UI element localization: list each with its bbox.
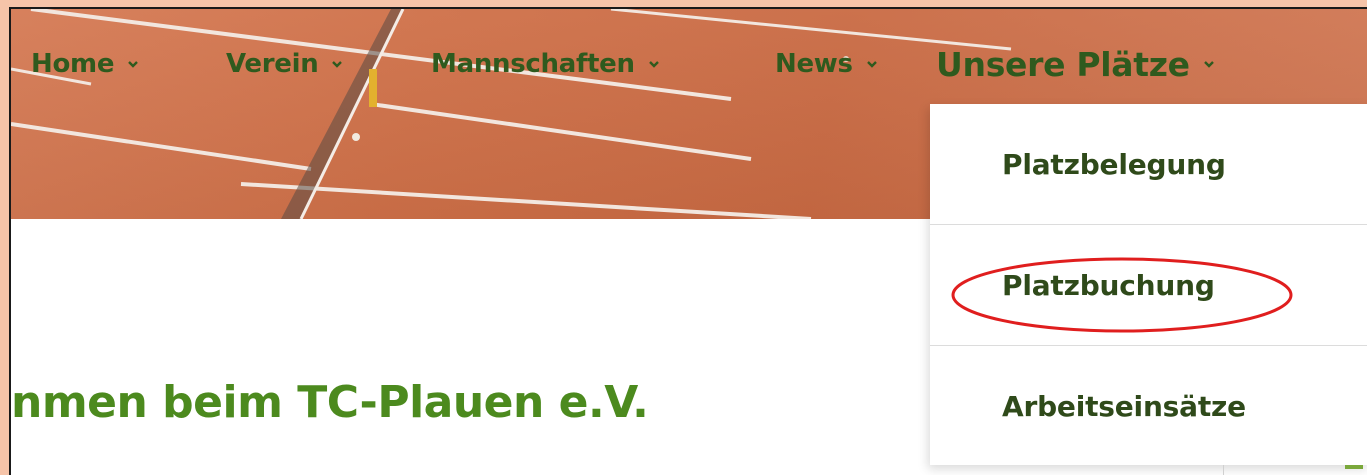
nav-item-home[interactable]: Home [31,39,140,89]
submenu-item-label: Platzbuchung [1002,268,1215,302]
divider [1223,465,1224,475]
nav-item-label: Home [31,49,115,79]
submenu-item-label: Platzbelegung [1002,147,1226,181]
nav-item-label: Verein [226,49,319,79]
partial-element [1345,465,1363,469]
main-navigation: Home Verein Mannschaften News Unsere Plä… [11,39,1367,89]
page-title: nmen beim TC-Plauen e.V. [11,377,649,428]
submenu-item-platzbuchung[interactable]: Platzbuchung [930,225,1367,345]
nav-item-mannschaften[interactable]: Mannschaften [431,39,661,89]
chevron-down-icon [648,61,659,68]
nav-item-unsere-plaetze[interactable]: Unsere Plätze [936,39,1216,89]
nav-item-label: Unsere Plätze [936,44,1190,84]
nav-item-news[interactable]: News [775,39,879,89]
submenu-item-arbeitseinsaetze[interactable]: Arbeitseinsätze [930,346,1367,466]
browser-frame: Home Verein Mannschaften News Unsere Plä… [9,7,1367,475]
submenu-item-platzbelegung[interactable]: Platzbelegung [930,104,1367,224]
chevron-down-icon [866,61,877,68]
submenu-item-label: Arbeitseinsätze [1002,389,1246,423]
nav-item-label: News [775,49,853,79]
nav-item-verein[interactable]: Verein [226,39,344,89]
chevron-down-icon [1203,61,1214,68]
submenu-unsere-plaetze: Platzbelegung Platzbuchung Arbeitseinsät… [930,104,1367,465]
chevron-down-icon [332,61,343,68]
nav-item-label: Mannschaften [431,49,635,79]
chevron-down-icon [128,61,139,68]
